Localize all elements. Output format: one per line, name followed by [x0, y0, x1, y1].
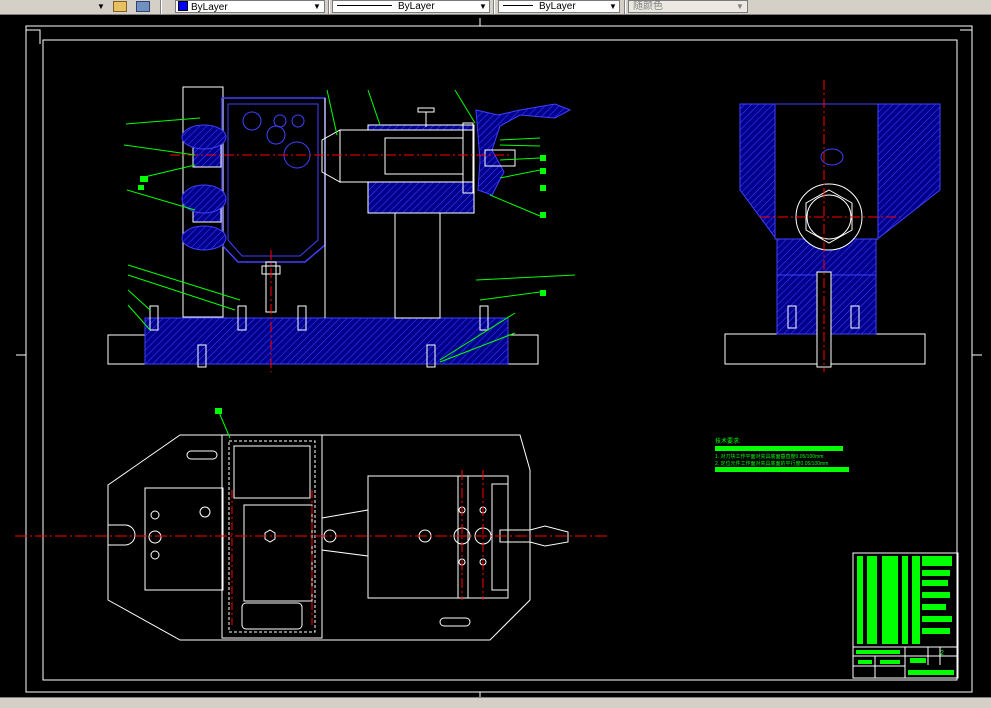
top-view — [15, 408, 608, 641]
layer-states-icon[interactable] — [113, 1, 127, 12]
tech-requirements: 技术要求: 1. 对刀块工作平面对夹具底面垂直度0.05/100mm 2. 定位… — [715, 437, 849, 472]
side-view — [724, 80, 941, 372]
color-control[interactable]: ByLayer — [175, 0, 325, 13]
layer-dropdown-arrow[interactable]: ▼ — [96, 1, 106, 12]
lineweight-dropdown-arrow[interactable]: ▼ — [608, 1, 618, 12]
front-view — [107, 86, 576, 372]
lineweight-control[interactable]: ByLayer — [498, 0, 620, 13]
plotstyle-control[interactable]: 随颜色 — [628, 0, 748, 13]
tech-req-item-1: 1. 对刀块工作平面对夹具底面垂直度0.05/100mm — [715, 453, 823, 460]
color-control-value: ByLayer — [191, 2, 228, 13]
color-swatch-icon — [178, 1, 188, 11]
linetype-control[interactable]: ByLayer — [332, 0, 490, 13]
plotstyle-dropdown-arrow[interactable]: ▼ — [735, 1, 745, 12]
title-block: 2 — [852, 552, 959, 679]
plotstyle-control-value: 随颜色 — [633, 1, 663, 12]
lineweight-preview-icon — [503, 5, 533, 6]
color-dropdown-arrow[interactable]: ▼ — [312, 1, 322, 12]
status-strip — [0, 697, 991, 708]
properties-toolbar: ▼ ByLayer ▼ ByLayer ▼ ByLayer ▼ 随颜色 ▼ — [0, 0, 991, 15]
linetype-preview-icon — [337, 5, 392, 6]
layer-previous-icon[interactable] — [136, 1, 150, 12]
drawing-canvas[interactable]: 技术要求: 1. 对刀块工作平面对夹具底面垂直度0.05/100mm 2. 定位… — [0, 14, 991, 707]
linetype-dropdown-arrow[interactable]: ▼ — [478, 1, 488, 12]
linetype-control-value: ByLayer — [398, 1, 435, 12]
title-block-sheet-number: 2 — [940, 650, 944, 657]
lineweight-control-value: ByLayer — [539, 1, 576, 12]
tech-req-item-2: 2. 定位元件工作面对夹具底面的平行度0.05/100mm — [715, 460, 828, 467]
tech-req-title: 技术要求: — [715, 437, 741, 445]
